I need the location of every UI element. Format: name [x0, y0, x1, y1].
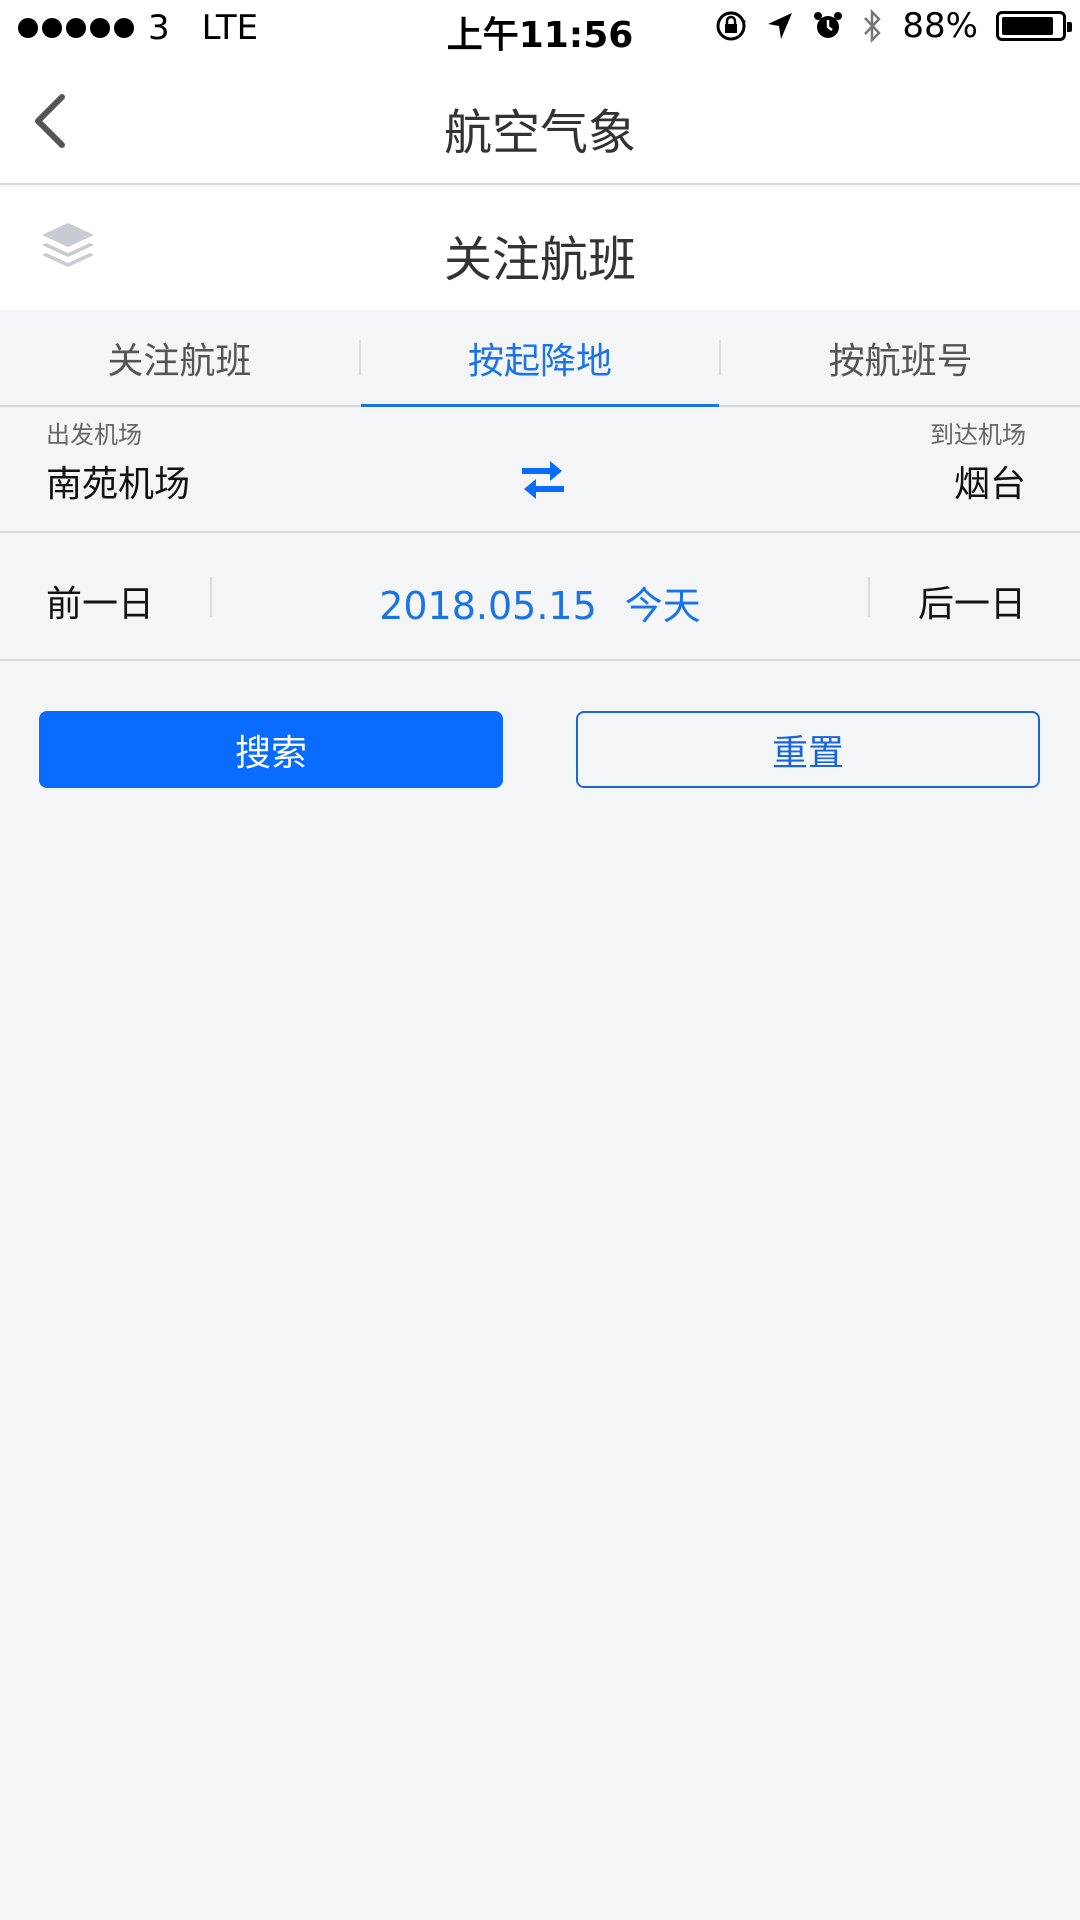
arrival-airport-field[interactable]: 烟台 — [954, 455, 1026, 507]
signal-strength-icon — [18, 18, 134, 38]
swap-arrows-icon — [522, 461, 564, 499]
battery-level — [1002, 17, 1054, 35]
page-title: 航空气象 — [443, 105, 636, 161]
tab-label: 按起降地 — [468, 340, 613, 382]
navigation-bar: 航空气象 — [0, 57, 1080, 185]
selected-date[interactable]: 2018.05.15 今天 — [210, 575, 870, 630]
location-arrow-icon — [768, 13, 793, 39]
date-value: 2018.05.15 — [379, 584, 597, 628]
layers-icon — [42, 223, 94, 267]
search-mode-tabs: 关注航班 按起降地 按航班号 — [0, 310, 1080, 407]
network-type: LTE — [201, 8, 259, 48]
section-header: 关注航班 — [0, 187, 1080, 310]
layers-button[interactable] — [40, 221, 104, 277]
reset-button-label: 重置 — [771, 732, 844, 774]
tab-by-flight-number[interactable]: 按航班号 — [721, 310, 1080, 405]
previous-day-button[interactable]: 前一日 — [46, 575, 154, 627]
status-bar: 3 LTE 上午11:56 88% — [0, 0, 1080, 57]
status-left: 3 LTE — [18, 8, 258, 48]
battery-percent: 88% — [902, 6, 978, 46]
tab-followed-flights[interactable]: 关注航班 — [0, 310, 359, 405]
search-button-label: 搜索 — [234, 732, 307, 774]
date-selector: 前一日 2018.05.15 今天 后一日 — [0, 533, 1080, 661]
airport-selector: 出发机场 南苑机场 到达机场 烟台 — [0, 407, 1080, 533]
tab-label: 按航班号 — [828, 340, 973, 382]
alarm-icon — [814, 12, 843, 38]
status-right: 88% — [714, 6, 1072, 46]
carrier-name: 3 — [148, 8, 170, 48]
departure-airport-field[interactable]: 南苑机场 — [46, 455, 190, 507]
reset-button[interactable]: 重置 — [576, 711, 1040, 788]
swap-airports-button[interactable] — [518, 457, 568, 503]
next-day-button[interactable]: 后一日 — [918, 575, 1026, 627]
tab-label: 关注航班 — [107, 340, 252, 382]
tab-by-route[interactable]: 按起降地 — [360, 310, 720, 407]
rotation-lock-icon — [716, 11, 747, 41]
arrival-airport-label: 到达机场 — [930, 421, 1026, 449]
today-label: 今天 — [624, 584, 701, 628]
departure-airport-label: 出发机场 — [46, 421, 142, 449]
battery-icon — [996, 11, 1072, 41]
bluetooth-icon — [864, 9, 882, 43]
search-button[interactable]: 搜索 — [39, 711, 503, 788]
section-title: 关注航班 — [443, 232, 636, 288]
date-divider — [868, 577, 870, 617]
